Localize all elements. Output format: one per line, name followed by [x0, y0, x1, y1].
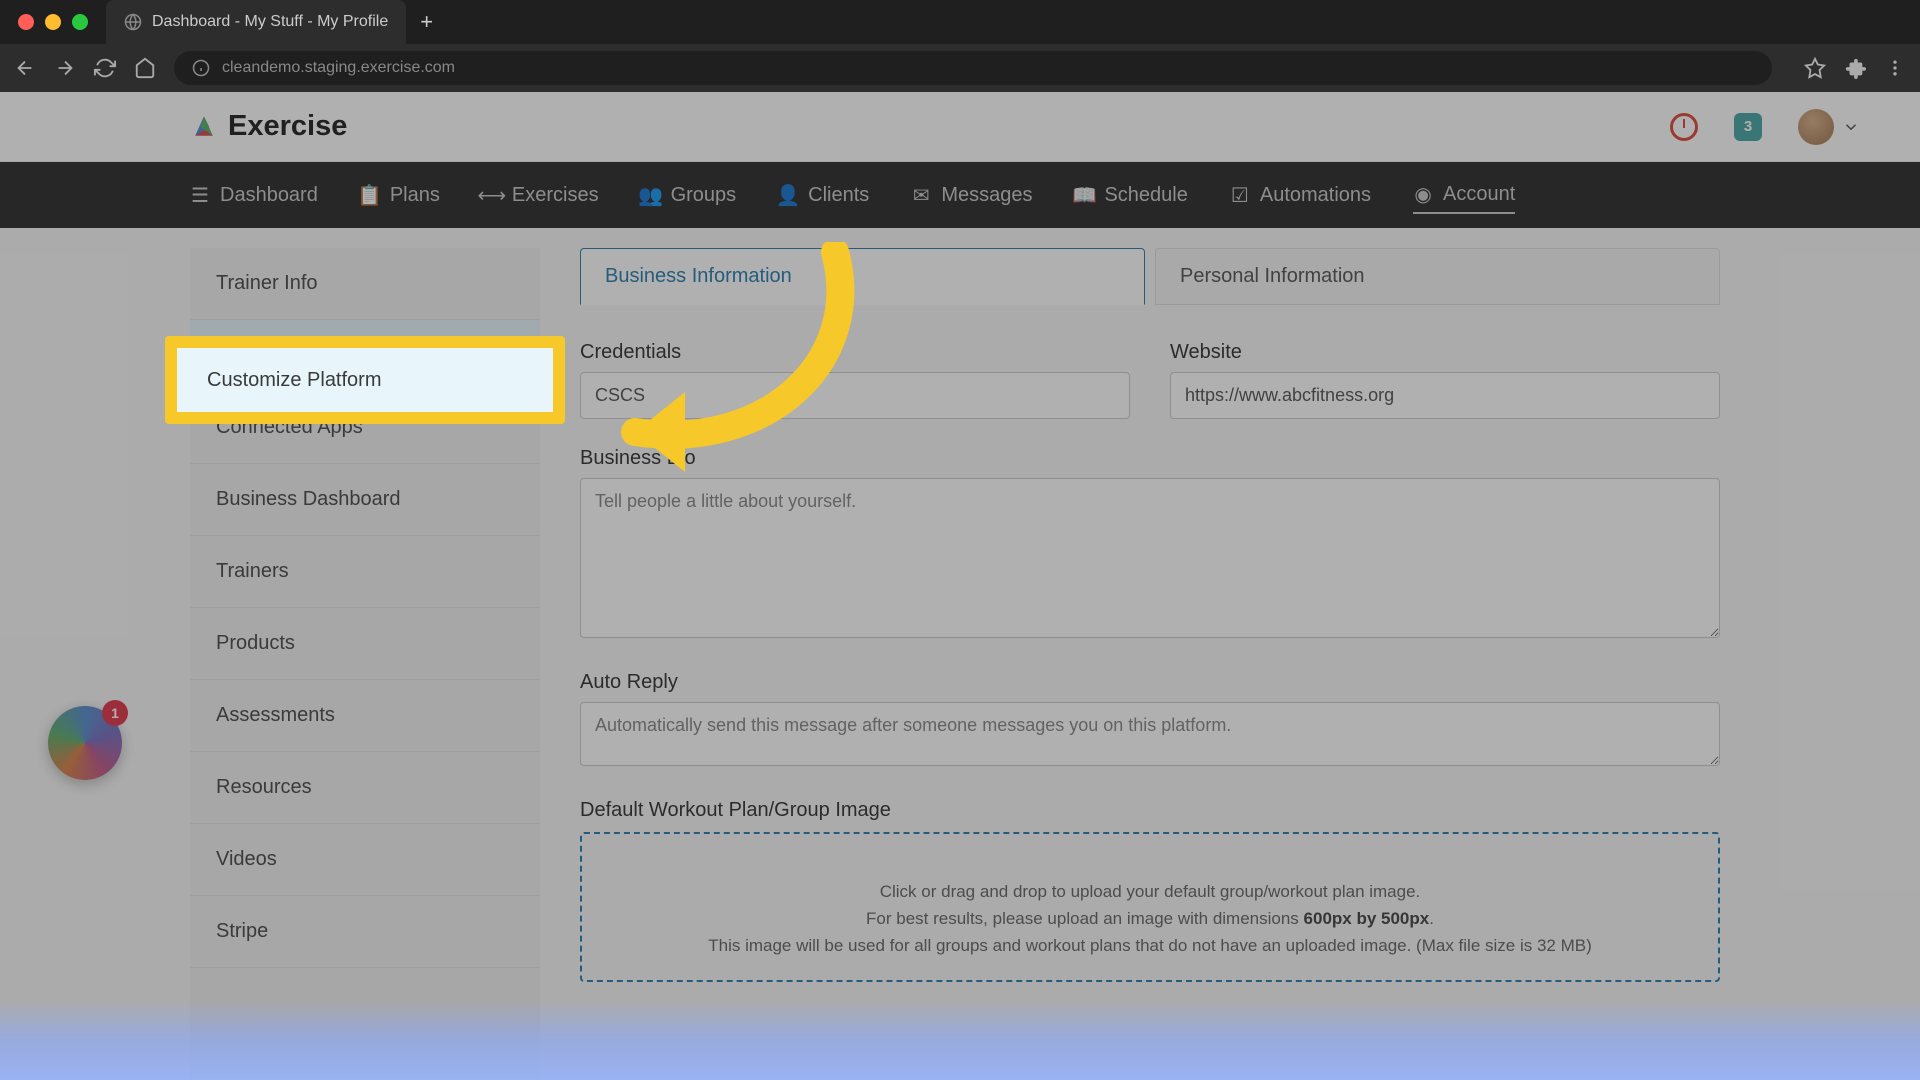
url-box[interactable]: cleandemo.staging.exercise.com: [174, 51, 1772, 85]
autoreply-textarea[interactable]: [580, 702, 1720, 766]
credentials-label: Credentials: [580, 341, 1130, 364]
window-controls[interactable]: [0, 14, 106, 30]
globe-icon: [124, 13, 142, 31]
field-default-image: Default Workout Plan/Group Image Click o…: [580, 799, 1720, 982]
person-icon: 👤: [778, 185, 798, 205]
field-website: Website: [1170, 341, 1720, 419]
website-label: Website: [1170, 341, 1720, 364]
nav-messages[interactable]: ✉Messages: [911, 178, 1032, 213]
tab-personal-info[interactable]: Personal Information: [1155, 248, 1720, 305]
minimize-window-icon[interactable]: [45, 14, 61, 30]
logo-mark-icon: [190, 113, 218, 141]
sidebar-item-customize-platform[interactable]: Customize Platform: [190, 320, 540, 392]
clock-icon[interactable]: [1670, 113, 1698, 141]
dropzone-line2: For best results, please upload an image…: [612, 905, 1688, 932]
default-image-label: Default Workout Plan/Group Image: [580, 799, 1720, 822]
viewport: Exercise 3 ☰Dashboard 📋Plans ⟷Exercises …: [0, 92, 1920, 1080]
notification-badge[interactable]: 3: [1734, 113, 1762, 141]
home-button[interactable]: [134, 57, 156, 79]
info-tabs: Business Information Personal Informatio…: [580, 248, 1720, 305]
check-icon: ☑: [1230, 185, 1250, 205]
nav-clients[interactable]: 👤Clients: [778, 178, 869, 213]
user-menu[interactable]: [1798, 109, 1860, 145]
tab-business-info[interactable]: Business Information: [580, 248, 1145, 305]
forward-button[interactable]: [54, 57, 76, 79]
new-tab-button[interactable]: +: [406, 9, 447, 35]
sidebar-item-assessments[interactable]: Assessments: [190, 680, 540, 752]
browser-tab[interactable]: Dashboard - My Stuff - My Profile: [106, 0, 406, 44]
bio-label: Business Bio: [580, 447, 1720, 470]
tab-title: Dashboard - My Stuff - My Profile: [152, 13, 388, 31]
book-icon: 📖: [1074, 185, 1094, 205]
sidebar-item-trainer-info[interactable]: Trainer Info: [190, 248, 540, 320]
dropzone-line3: This image will be used for all groups a…: [612, 932, 1688, 959]
app-header: Exercise 3: [0, 92, 1920, 162]
main-pane: Business Information Personal Informatio…: [580, 248, 1720, 1080]
main-nav: ☰Dashboard 📋Plans ⟷Exercises 👥Groups 👤Cl…: [0, 162, 1920, 228]
dropzone-line1: Click or drag and drop to upload your de…: [612, 878, 1688, 905]
group-icon: 👥: [641, 185, 661, 205]
sidebar-item-business-dashboard[interactable]: Business Dashboard: [190, 464, 540, 536]
help-widget[interactable]: 1: [48, 706, 122, 780]
extensions-icon[interactable]: [1844, 57, 1866, 79]
sidebar-item-stripe[interactable]: Stripe: [190, 896, 540, 968]
form-area: Credentials Website Business Bio Auto Re…: [580, 305, 1720, 982]
nav-automations[interactable]: ☑Automations: [1230, 178, 1371, 213]
nav-schedule[interactable]: 📖Schedule: [1074, 178, 1187, 213]
sliders-icon: ⟷: [482, 185, 502, 205]
envelope-icon: ✉: [911, 185, 931, 205]
field-bio: Business Bio: [580, 447, 1720, 643]
website-input[interactable]: [1170, 372, 1720, 419]
autoreply-label: Auto Reply: [580, 671, 1720, 694]
list-icon: ☰: [190, 185, 210, 205]
sidebar-item-trainers[interactable]: Trainers: [190, 536, 540, 608]
content: Trainer Info Customize Platform Connecte…: [0, 228, 1920, 1080]
nav-plans[interactable]: 📋Plans: [360, 178, 440, 213]
url-text: cleandemo.staging.exercise.com: [222, 59, 455, 77]
sidebar-item-connected-apps[interactable]: Connected Apps: [190, 392, 540, 464]
user-circle-icon: ◉: [1413, 184, 1433, 204]
help-widget-badge: 1: [102, 700, 128, 726]
site-info-icon: [192, 59, 210, 77]
maximize-window-icon[interactable]: [72, 14, 88, 30]
nav-exercises[interactable]: ⟷Exercises: [482, 178, 599, 213]
clipboard-icon: 📋: [360, 185, 380, 205]
image-dropzone[interactable]: Click or drag and drop to upload your de…: [580, 832, 1720, 982]
sidebar-item-resources[interactable]: Resources: [190, 752, 540, 824]
address-bar: cleandemo.staging.exercise.com: [0, 44, 1920, 92]
credentials-input[interactable]: [580, 372, 1130, 419]
field-autoreply: Auto Reply: [580, 671, 1720, 771]
chevron-down-icon: [1842, 118, 1860, 136]
close-window-icon[interactable]: [18, 14, 34, 30]
bookmark-icon[interactable]: [1804, 57, 1826, 79]
sidebar-item-videos[interactable]: Videos: [190, 824, 540, 896]
tab-bar: Dashboard - My Stuff - My Profile +: [0, 0, 1920, 44]
avatar: [1798, 109, 1834, 145]
menu-icon[interactable]: [1884, 57, 1906, 79]
logo[interactable]: Exercise: [190, 110, 347, 143]
logo-text: Exercise: [228, 110, 347, 143]
nav-account[interactable]: ◉Account: [1413, 177, 1515, 214]
back-button[interactable]: [14, 57, 36, 79]
bottom-gradient: [0, 1000, 1920, 1080]
browser-chrome: Dashboard - My Stuff - My Profile + clea…: [0, 0, 1920, 92]
reload-button[interactable]: [94, 57, 116, 79]
field-credentials: Credentials: [580, 341, 1130, 419]
bio-textarea[interactable]: [580, 478, 1720, 638]
sidebar-item-products[interactable]: Products: [190, 608, 540, 680]
nav-groups[interactable]: 👥Groups: [641, 178, 737, 213]
nav-dashboard[interactable]: ☰Dashboard: [190, 178, 318, 213]
sidebar: Trainer Info Customize Platform Connecte…: [190, 248, 540, 1080]
